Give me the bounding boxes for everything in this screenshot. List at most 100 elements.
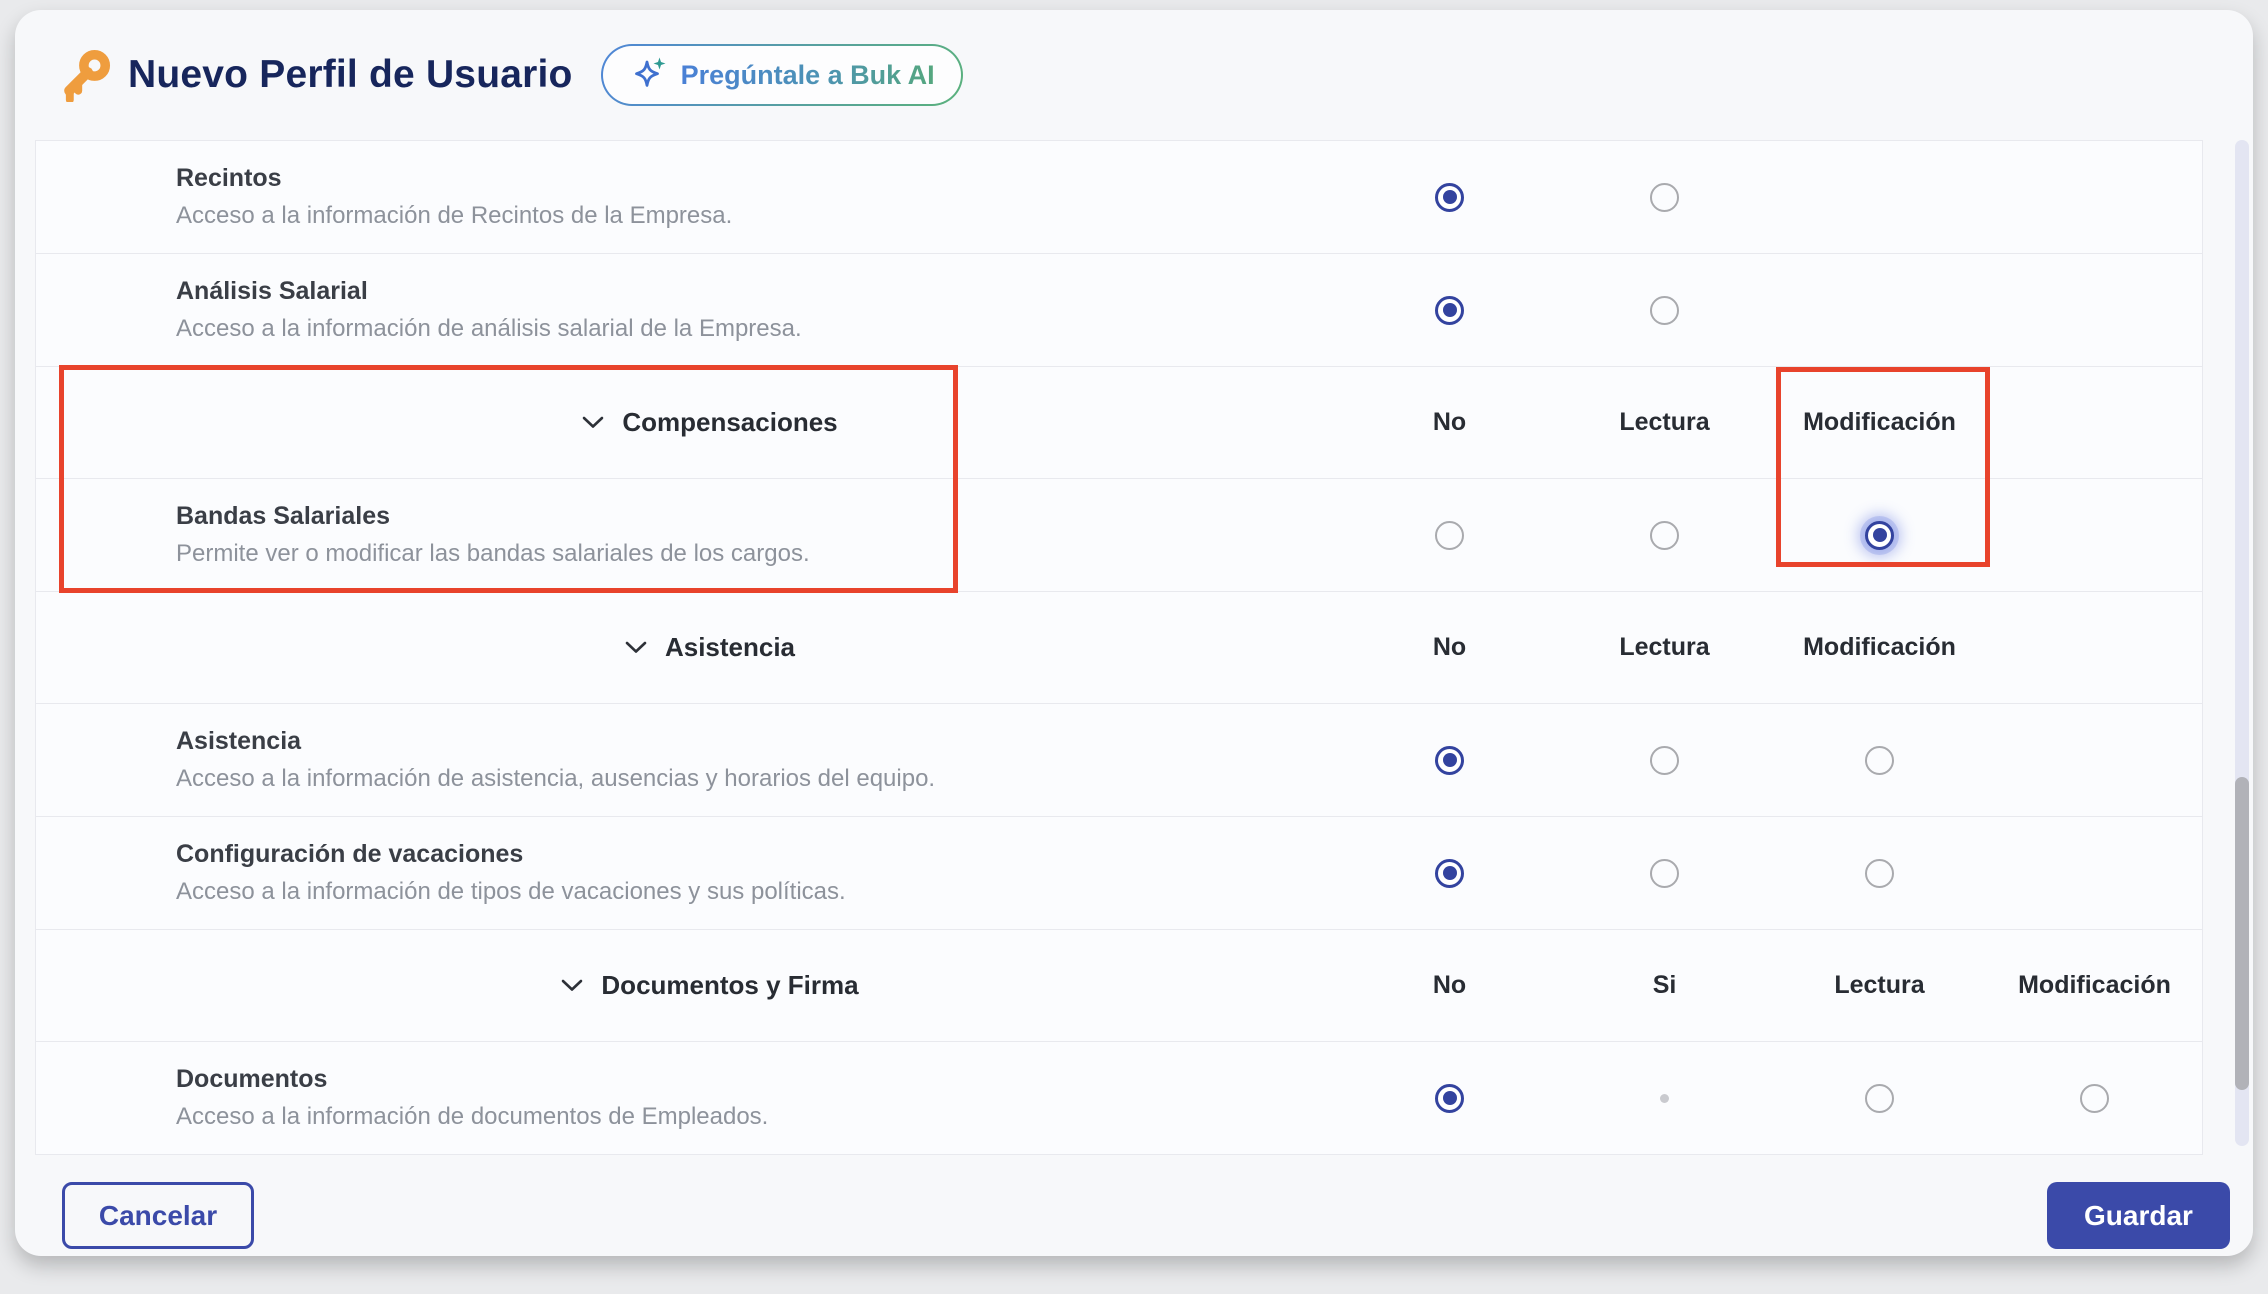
row-label-area: Asistencia	[36, 592, 1342, 703]
table-cell	[1987, 592, 2202, 703]
radio-documentos-col3[interactable]	[1865, 1084, 1894, 1113]
column-header: Lectura	[1619, 633, 1709, 662]
permission-title: Asistencia	[176, 727, 1342, 756]
section-row-compensaciones[interactable]: Compensaciones No Lectura Modificación	[36, 366, 2202, 478]
permission-row-recintos: Recintos Acceso a la información de Recin…	[36, 141, 2202, 253]
table-cell	[1557, 1042, 1772, 1154]
section-title: Documentos y Firma	[601, 970, 858, 1001]
cancel-button[interactable]: Cancelar	[62, 1182, 254, 1249]
column-header: Lectura	[1834, 971, 1924, 1000]
permission-title: Documentos	[176, 1065, 1342, 1094]
scrollbar-thumb[interactable]	[2235, 777, 2249, 1090]
permission-description: Acceso a la información de tipos de vaca…	[176, 878, 1342, 906]
chevron-down-icon[interactable]	[581, 415, 605, 430]
table-cell	[1772, 479, 1987, 591]
row-label-area: Documentos y Firma	[36, 930, 1342, 1041]
table-cell	[1987, 1042, 2202, 1154]
permission-description: Permite ver o modificar las bandas salar…	[176, 540, 1342, 568]
table-cell: No	[1342, 930, 1557, 1041]
radio-asistencia-col3[interactable]	[1865, 746, 1894, 775]
radio-asistencia-col2[interactable]	[1650, 746, 1679, 775]
radio-configuracion-de-vacaciones-col3[interactable]	[1865, 859, 1894, 888]
radio-configuracion-de-vacaciones-col1[interactable]	[1435, 859, 1464, 888]
table-cell: No	[1342, 367, 1557, 478]
permission-row-bandas-salariales: Bandas Salariales Permite ver o modificar…	[36, 478, 2202, 591]
permission-description: Acceso a la información de documentos de…	[176, 1103, 1342, 1131]
key-icon	[58, 48, 112, 102]
chevron-down-icon[interactable]	[624, 640, 648, 655]
column-header: No	[1433, 408, 1466, 437]
row-label-area: Análisis Salarial Acceso a la información…	[36, 254, 1342, 366]
table-cell	[1342, 1042, 1557, 1154]
table-cell	[1342, 254, 1557, 366]
radio-asistencia-col1[interactable]	[1435, 746, 1464, 775]
permission-title: Recintos	[176, 164, 1342, 193]
table-cell	[1772, 704, 1987, 816]
ask-buk-ai-button[interactable]: Pregúntale a Buk AI	[601, 44, 963, 106]
row-label-area: Configuración de vacaciones Acceso a la i…	[36, 817, 1342, 929]
radio-bandas-salariales-col1[interactable]	[1435, 521, 1464, 550]
row-label-area: Recintos Acceso a la información de Recin…	[36, 141, 1342, 253]
permission-title: Análisis Salarial	[176, 277, 1342, 306]
table-cell	[1557, 254, 1772, 366]
section-row-documentos-y-firma[interactable]: Documentos y Firma No Si Lectura Modificació…	[36, 929, 2202, 1041]
table-cell	[1772, 254, 1987, 366]
section-title: Compensaciones	[622, 407, 837, 438]
permission-description: Acceso a la información de asistencia, a…	[176, 765, 1342, 793]
permission-description: Acceso a la información de análisis sala…	[176, 315, 1342, 343]
column-header: Modificación	[2018, 971, 2171, 1000]
permission-row-configuracion-de-vacaciones: Configuración de vacaciones Acceso a la i…	[36, 816, 2202, 929]
table-cell	[1342, 704, 1557, 816]
column-header: No	[1433, 971, 1466, 1000]
table-cell	[1557, 141, 1772, 253]
table-cell	[1342, 479, 1557, 591]
column-header: No	[1433, 633, 1466, 662]
radio-bandas-salariales-col3[interactable]	[1865, 521, 1894, 550]
table-cell	[1557, 704, 1772, 816]
table-cell	[1772, 141, 1987, 253]
row-label-area: Bandas Salariales Permite ver o modificar…	[36, 479, 1342, 591]
row-label-area: Asistencia Acceso a la información de asi…	[36, 704, 1342, 816]
section-row-asistencia[interactable]: Asistencia No Lectura Modificación	[36, 591, 2202, 703]
table-cell: Si	[1557, 930, 1772, 1041]
sparkle-icon	[629, 55, 669, 95]
radio-documentos-col4[interactable]	[2080, 1084, 2109, 1113]
radio-bandas-salariales-col2[interactable]	[1650, 521, 1679, 550]
row-label-area: Documentos Acceso a la información de doc…	[36, 1042, 1342, 1154]
table-cell	[1987, 817, 2202, 929]
radio-analisis-salarial-col1[interactable]	[1435, 296, 1464, 325]
radio-recintos-col2[interactable]	[1650, 183, 1679, 212]
radio-configuracion-de-vacaciones-col2[interactable]	[1650, 859, 1679, 888]
table-cell	[1772, 1042, 1987, 1154]
radio-recintos-col1[interactable]	[1435, 183, 1464, 212]
section-title: Asistencia	[665, 632, 795, 663]
table-cell	[1557, 479, 1772, 591]
radio-analisis-salarial-col2[interactable]	[1650, 296, 1679, 325]
table-cell: Modificación	[1772, 367, 1987, 478]
column-header: Modificación	[1803, 408, 1956, 437]
table-cell: Lectura	[1557, 367, 1772, 478]
permission-title: Configuración de vacaciones	[176, 840, 1342, 869]
save-button[interactable]: Guardar	[2047, 1182, 2230, 1249]
column-header: Lectura	[1619, 408, 1709, 437]
table-cell	[1987, 367, 2202, 478]
main-card: Nuevo Perfil de Usuario Pregúntale a Buk…	[15, 10, 2253, 1256]
permission-row-asistencia: Asistencia Acceso a la información de asi…	[36, 703, 2202, 816]
radio-documentos-col1[interactable]	[1435, 1084, 1464, 1113]
column-header: Si	[1653, 971, 1677, 1000]
row-label-area: Compensaciones	[36, 367, 1342, 478]
table-cell: Modificación	[1987, 930, 2202, 1041]
page-title: Nuevo Perfil de Usuario	[128, 53, 573, 97]
table-cell: Lectura	[1557, 592, 1772, 703]
table-cell	[1557, 817, 1772, 929]
table-cell: Lectura	[1772, 930, 1987, 1041]
permission-description: Acceso a la información de Recintos de l…	[176, 202, 1342, 230]
permission-title: Bandas Salariales	[176, 502, 1342, 531]
table-cell: Modificación	[1772, 592, 1987, 703]
table-cell	[1987, 254, 2202, 366]
table-cell	[1987, 479, 2202, 591]
table-cell	[1772, 817, 1987, 929]
chevron-down-icon[interactable]	[560, 978, 584, 993]
page-header: Nuevo Perfil de Usuario Pregúntale a Buk…	[58, 44, 963, 106]
table-cell	[1342, 141, 1557, 253]
